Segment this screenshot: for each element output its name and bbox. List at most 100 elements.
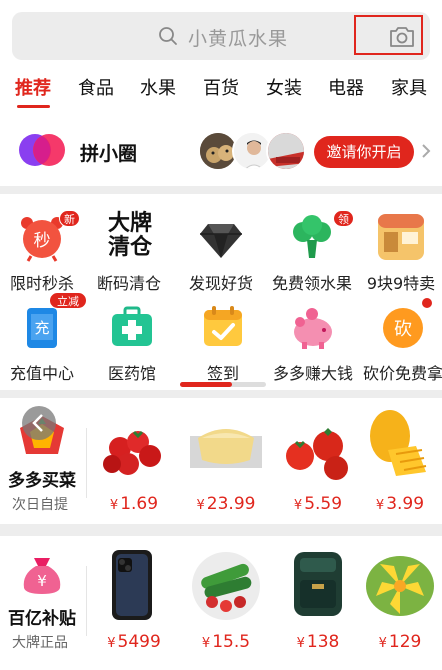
product-price: ¥129 [354, 632, 442, 652]
price-value: 3.99 [386, 494, 425, 514]
tab-appliances[interactable]: 电器 [328, 74, 364, 100]
grid-scroll-thumb [180, 382, 232, 387]
currency-symbol: ¥ [201, 636, 211, 651]
currency-symbol: ¥ [296, 636, 305, 651]
section-divider [86, 428, 87, 498]
pin-circle-title: 拼小圈 [80, 143, 138, 165]
product-price: ¥15.5 [180, 632, 272, 652]
claim-badge: 领 [333, 210, 354, 227]
search-bar[interactable]: 小黄瓜水果 [12, 12, 430, 60]
chevron-right-icon [422, 144, 431, 158]
pin-circle-banner[interactable]: 拼小圈 邀请你开启 [0, 122, 442, 182]
product-card[interactable]: ¥129 [354, 536, 442, 662]
back-button[interactable] [22, 406, 56, 440]
new-badge: 新 [59, 210, 80, 227]
price-value: 5.59 [304, 494, 343, 514]
phone-recharge-icon: 充 [27, 308, 57, 348]
currency-symbol: ¥ [378, 636, 387, 651]
section-brand[interactable]: ¥ 百亿补贴 大牌正品 [0, 536, 86, 662]
product-card[interactable]: ¥5.59 [272, 398, 364, 524]
piggy-bank-icon [294, 308, 332, 349]
grid-item-earn-money[interactable]: 多多赚大钱 [268, 290, 358, 383]
price-value: 15.5 [212, 632, 251, 652]
currency-symbol: ¥ [107, 636, 116, 651]
product-card[interactable]: ¥5499 [88, 536, 180, 662]
grid-item-free-fruit[interactable]: 领 免费领水果 [267, 200, 357, 293]
bargain-glyph: 砍 [394, 319, 412, 340]
recharge-glyph: 充 [34, 319, 49, 337]
category-tabs: 推荐 食品 水果 百货 女装 电器 家具 [0, 72, 442, 108]
feature-grid: 秒 新 限时秒杀 大牌 清仓 断码清仓 发现好货 领 免费领水果 9块9特卖 充… [0, 194, 442, 390]
friend-avatar [266, 131, 306, 171]
currency-symbol: ¥ [375, 498, 385, 513]
air-fryer-image [294, 552, 342, 616]
smartphone-image [112, 550, 152, 620]
invite-button[interactable]: 邀请你开启 [314, 136, 414, 168]
mango-image [370, 410, 427, 476]
tab-general-goods[interactable]: 百货 [203, 74, 239, 100]
section-title: 百亿补贴 [8, 609, 76, 629]
tomatoes-image [286, 428, 348, 480]
header: 小黄瓜水果 推荐 食品 水果 百货 女装 电器 家具 拼小圈 邀请你开启 [0, 0, 442, 186]
medical-kit-icon [112, 306, 152, 346]
durian-image [366, 556, 434, 616]
product-price: ¥5.59 [272, 494, 364, 514]
price-value: 1.69 [120, 494, 159, 514]
tab-food[interactable]: 食品 [78, 74, 114, 100]
grid-item-clearance[interactable]: 大牌 清仓 断码清仓 [84, 200, 174, 294]
shop-icon [378, 214, 424, 260]
product-card[interactable]: ¥3.99 [354, 398, 442, 524]
product-price: ¥23.99 [180, 494, 272, 514]
grid-item-label: 医药馆 [107, 364, 156, 383]
currency-symbol: ¥ [196, 498, 205, 513]
grid-item-label: 签到 [206, 364, 239, 383]
grid-item-label: 多多赚大钱 [272, 364, 353, 383]
grid-item-bargain[interactable]: 砍 砍价免费拿 [358, 290, 442, 383]
tab-womens-wear[interactable]: 女装 [266, 74, 302, 100]
camera-icon[interactable] [388, 25, 416, 49]
clearance-icon: 大牌 清仓 [98, 212, 162, 264]
product-card[interactable]: ¥23.99 [180, 398, 272, 524]
diamond-icon [200, 224, 242, 258]
discount-badge: 立减2元 [49, 292, 87, 325]
grid-item-recharge[interactable]: 充 立减2元 充值中心 [0, 290, 87, 383]
grid-item-label: 充值中心 [9, 364, 74, 383]
notification-dot [422, 298, 432, 308]
app-screen: 小黄瓜水果 推荐 食品 水果 百货 女装 电器 家具 拼小圈 邀请你开启 秒 新… [0, 0, 442, 670]
grid-item-discover[interactable]: 发现好货 [176, 200, 266, 293]
tab-recommend[interactable]: 推荐 [15, 74, 51, 100]
grid-item-label: 砍价免费拿 [362, 364, 442, 383]
tab-furniture[interactable]: 家具 [391, 74, 427, 100]
active-tab-indicator [17, 105, 50, 108]
price-value: 129 [388, 632, 422, 652]
currency-symbol: ¥ [109, 498, 119, 513]
cake-image [190, 429, 262, 468]
product-card[interactable]: ¥15.5 [180, 536, 272, 662]
section-subsidy[interactable]: ¥ 百亿补贴 大牌正品 ¥5499 ¥15.5 ¥ 138 ¥ 129 [0, 536, 442, 670]
price-value: 5499 [117, 632, 161, 652]
money-bag-icon: ¥ [23, 558, 61, 594]
search-placeholder: 小黄瓜水果 [188, 28, 289, 50]
bargain-icon: 砍 [383, 308, 423, 348]
product-price: ¥3.99 [354, 494, 442, 514]
pin-circle-logo-icon [19, 134, 65, 166]
tab-fruit[interactable]: 水果 [140, 74, 176, 100]
cherry-tomatoes-image [103, 430, 161, 475]
grid-item-flash-sale[interactable]: 秒 新 限时秒杀 [0, 200, 87, 293]
product-card[interactable]: ¥1.69 [88, 398, 180, 524]
grid-item-99-sale[interactable]: 9块9特卖 [356, 200, 442, 293]
grid-scroll-indicator [180, 382, 266, 387]
product-card[interactable]: ¥138 [272, 536, 364, 662]
section-grocery[interactable]: 多多买菜 次日自提 ¥1.69 ¥23.99 ¥ 5.59 ¥ 3.99 [0, 398, 442, 524]
flash-sale-glyph: 秒 [34, 231, 51, 251]
clearance-glyph-bottom: 清仓 [107, 235, 152, 260]
section-title: 多多买菜 [8, 471, 76, 491]
grid-item-check-in[interactable]: 签到 [178, 290, 268, 383]
product-price: ¥5499 [88, 632, 180, 652]
price-value: 138 [306, 632, 340, 652]
calendar-check-icon [204, 306, 242, 346]
broccoli-icon [293, 215, 331, 258]
section-subtitle: 大牌正品 [12, 635, 68, 651]
grid-item-pharmacy[interactable]: 医药馆 [87, 290, 177, 383]
price-value: 23.99 [206, 494, 256, 514]
